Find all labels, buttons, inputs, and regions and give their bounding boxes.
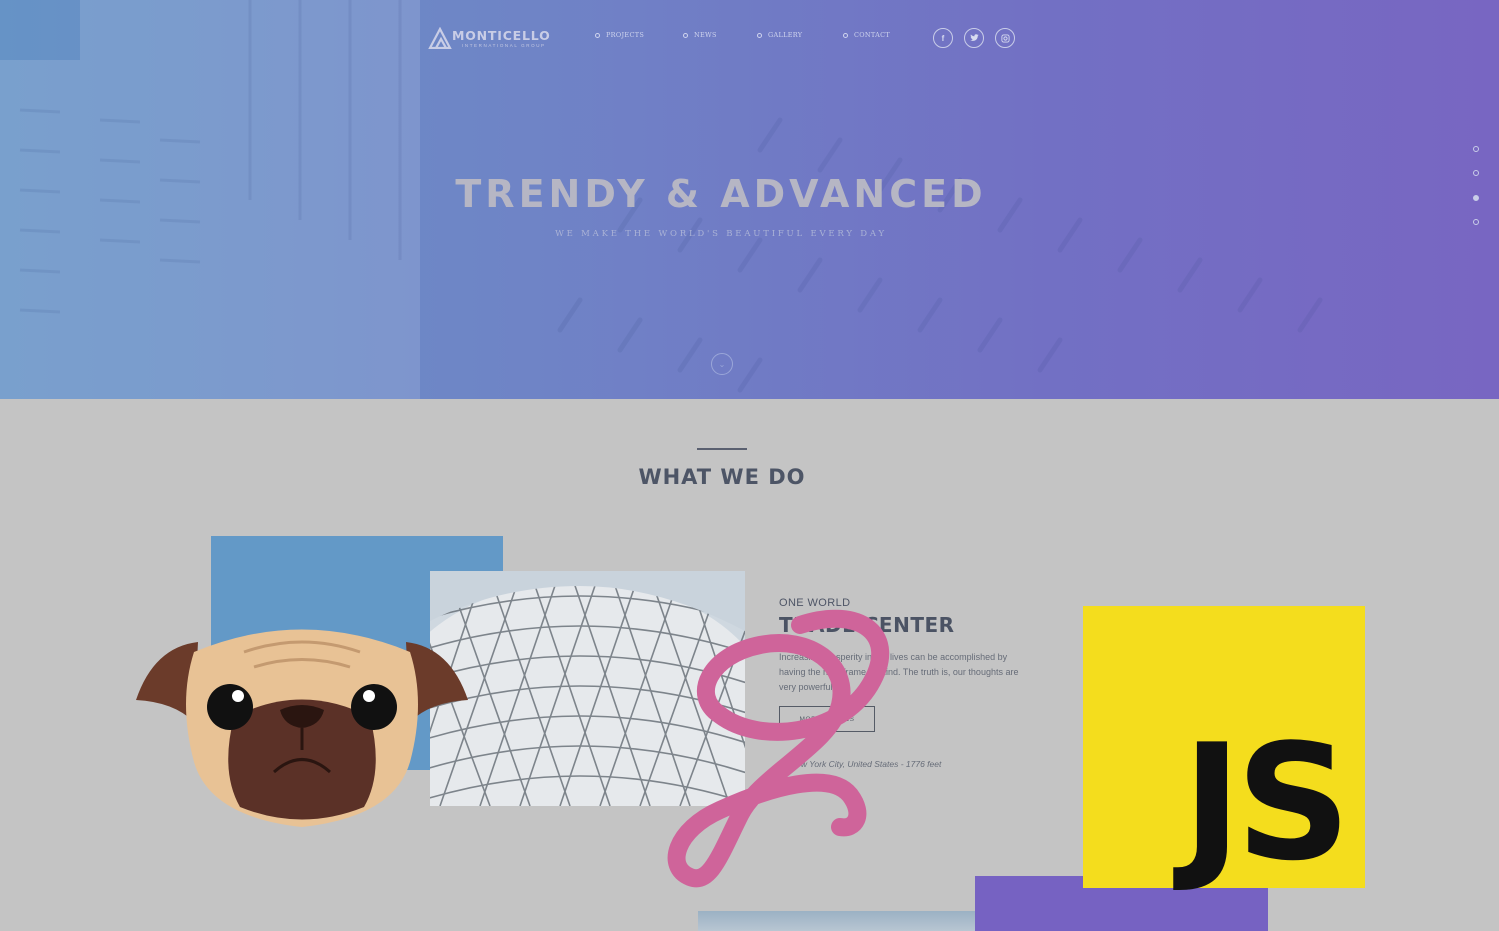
logo-mark-icon <box>428 27 452 49</box>
hero-section: MONTICELLO INTERNATIONAL GROUP PROJECTS … <box>0 0 1499 399</box>
twitter-bird-icon <box>969 34 979 41</box>
bullet-icon <box>843 32 848 38</box>
bullet-icon <box>757 32 762 38</box>
slide-pager-dot-4[interactable] <box>1473 219 1479 225</box>
bullet-icon <box>595 32 600 38</box>
nav-item-label: NEWS <box>694 31 717 39</box>
facebook-icon[interactable]: f <box>933 28 953 48</box>
hero-title: TRENDY & ADVANCED <box>455 172 987 216</box>
nav-item-gallery[interactable]: GALLERY <box>757 31 802 39</box>
nav-item-label: PROJECTS <box>606 31 645 39</box>
js-logo-text: JS <box>1182 709 1351 896</box>
hero-subtitle: WE MAKE THE WORLD'S BEAUTIFUL EVERY DAY <box>555 229 887 239</box>
section-divider <box>697 448 747 450</box>
sass-logo-icon <box>667 609 890 888</box>
section-title: WHAT WE DO <box>638 465 806 489</box>
next-project-photo[interactable] <box>698 911 1013 931</box>
slide-pager-dot-3[interactable] <box>1473 195 1479 201</box>
slide-pager-dot-1[interactable] <box>1473 146 1479 152</box>
instagram-camera-icon <box>1000 33 1010 43</box>
top-navigation: MONTICELLO INTERNATIONAL GROUP PROJECTS … <box>0 0 1499 80</box>
nav-item-contact[interactable]: CONTACT <box>843 31 890 39</box>
twitter-icon[interactable] <box>964 28 984 48</box>
brand-logo[interactable]: MONTICELLO INTERNATIONAL GROUP <box>428 27 558 51</box>
brand-name: MONTICELLO <box>452 28 551 43</box>
bullet-icon <box>683 32 688 38</box>
scroll-down-button[interactable]: ⌄ <box>711 353 733 375</box>
nav-item-projects[interactable]: PROJECTS <box>595 31 644 39</box>
brand-tagline: INTERNATIONAL GROUP <box>462 43 546 48</box>
nav-item-label: CONTACT <box>854 31 891 39</box>
instagram-icon[interactable] <box>995 28 1015 48</box>
javascript-logo-icon: JS <box>1083 606 1365 888</box>
nav-item-label: GALLERY <box>768 31 803 39</box>
slide-pager-dot-2[interactable] <box>1473 170 1479 176</box>
chevron-down-icon: ⌄ <box>718 359 726 369</box>
nav-item-news[interactable]: NEWS <box>683 31 717 39</box>
pug-logo-icon <box>136 629 468 827</box>
